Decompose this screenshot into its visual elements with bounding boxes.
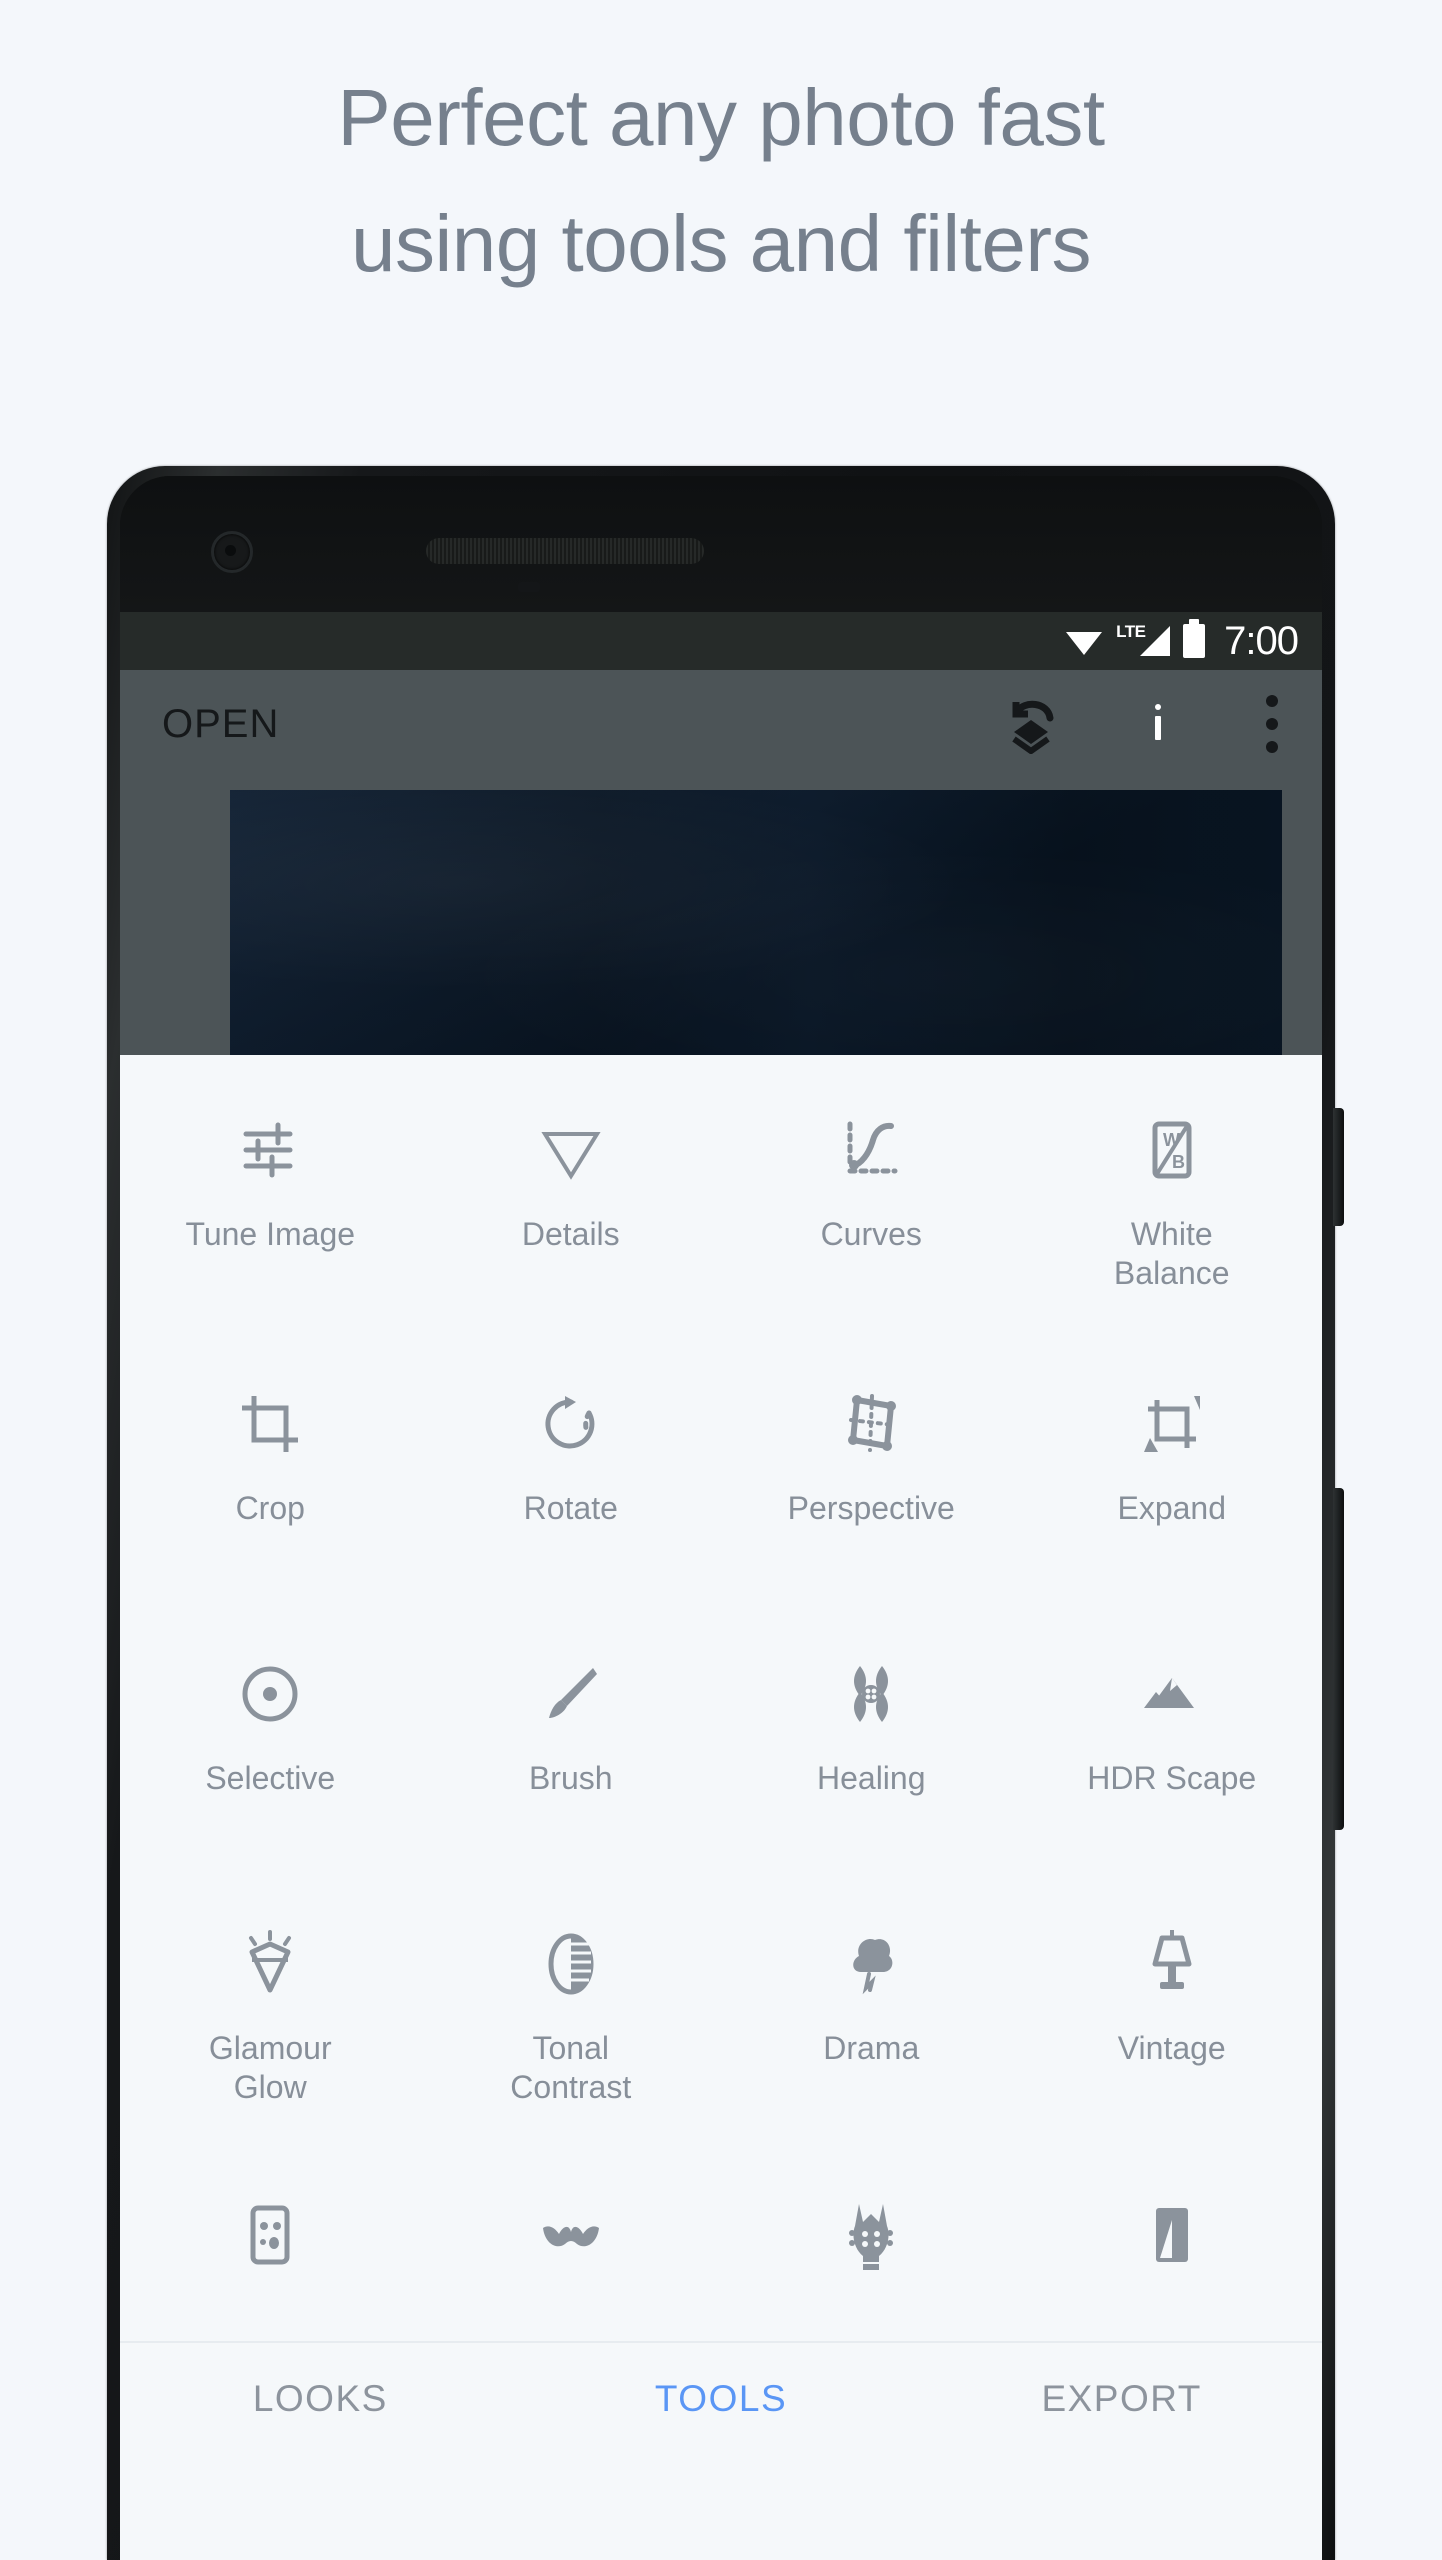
bottom-navigation: LOOKS TOOLS EXPORT [120, 2341, 1322, 2455]
phone-screen: LTE 7:00 OPEN Tune Image Details Curves … [120, 612, 1322, 2560]
tool-label: Curves [820, 1216, 922, 1252]
tools-panel: Tune Image Details Curves W B White Bala… [120, 1055, 1322, 2455]
tool-perspective[interactable]: Perspective [721, 1363, 1022, 1633]
tool-tune-image[interactable]: Tune Image [120, 1089, 421, 1363]
tool-label: Details [521, 1216, 620, 1252]
tab-export[interactable]: EXPORT [921, 2378, 1322, 2420]
tool-black-and-white[interactable] [1022, 2177, 1323, 2317]
tool-brush[interactable]: Brush [421, 1633, 722, 1903]
proximity-sensor [518, 582, 540, 592]
phone-mockup: LTE 7:00 OPEN Tune Image Details Curves … [107, 466, 1344, 2560]
tool-label: Tune Image [185, 1216, 356, 1252]
tool-grainy-film[interactable] [120, 2177, 421, 2317]
tonal-contrast-icon [532, 1925, 610, 2003]
healing-icon [832, 1655, 910, 1733]
tool-label: Glamour Glow [208, 2030, 332, 2106]
front-camera [211, 531, 253, 573]
tool-row: Crop Rotate Perspective Expand [120, 1363, 1322, 1633]
tab-tools[interactable]: TOOLS [521, 2378, 922, 2420]
tool-label: White Balance [1113, 1216, 1230, 1292]
wifi-icon [1065, 626, 1103, 656]
tool-tonal-contrast[interactable]: Tonal Contrast [421, 1903, 722, 2177]
tool-label: Rotate [523, 1490, 618, 1526]
rotate-icon [532, 1385, 610, 1463]
tool-vintage[interactable]: Vintage [1022, 1903, 1323, 2177]
tool-hdr-scape[interactable]: HDR Scape [1022, 1633, 1323, 1903]
svg-text:B: B [1172, 1152, 1185, 1172]
tool-label: Expand [1117, 1490, 1227, 1526]
tool-label: Perspective [787, 1490, 955, 1526]
crop-icon [231, 1385, 309, 1463]
tool-grunge[interactable] [721, 2177, 1022, 2317]
edit-stack-icon[interactable] [1004, 694, 1064, 754]
tool-label: Selective [205, 1760, 336, 1796]
tool-label: Healing [816, 1760, 926, 1796]
battery-icon [1183, 619, 1206, 658]
tool-glamour-glow[interactable]: Glamour Glow [120, 1903, 421, 2177]
black-and-white-icon [1133, 2197, 1211, 2275]
glamour-glow-icon [231, 1925, 309, 2003]
page-title-line-2: using tools and filters [350, 199, 1092, 288]
overflow-menu-icon[interactable] [1266, 695, 1278, 753]
page-title: Perfect any photo fast using tools and f… [0, 78, 1442, 284]
power-button[interactable] [1333, 1108, 1344, 1226]
status-bar-icons: LTE 7:00 [1065, 618, 1299, 664]
tool-row [120, 2177, 1322, 2317]
brush-icon [532, 1655, 610, 1733]
status-bar-clock: 7:00 [1224, 618, 1299, 663]
expand-icon [1133, 1385, 1211, 1463]
grunge-icon [832, 2197, 910, 2275]
retrolux-icon [532, 2197, 610, 2275]
tool-healing[interactable]: Healing [721, 1633, 1022, 1903]
app-bar: OPEN [120, 670, 1322, 778]
info-icon[interactable] [1130, 694, 1190, 754]
tool-label: Tonal Contrast [510, 2030, 632, 2106]
tool-white-balance[interactable]: W B White Balance [1022, 1089, 1323, 1363]
drama-icon [832, 1925, 910, 2003]
tool-selective[interactable]: Selective [120, 1633, 421, 1903]
tool-row: Glamour Glow Tonal Contrast Drama Vintag… [120, 1903, 1322, 2177]
photo-preview-area[interactable] [120, 778, 1322, 1055]
phone-glass: LTE 7:00 OPEN Tune Image Details Curves … [120, 476, 1322, 2560]
tool-label: Vintage [1117, 2030, 1226, 2066]
volume-rocker[interactable] [1333, 1488, 1344, 1830]
tool-label: Brush [528, 1760, 613, 1796]
photo-preview-image[interactable] [230, 790, 1282, 1055]
tool-curves[interactable]: Curves [721, 1089, 1022, 1363]
tab-looks[interactable]: LOOKS [120, 2378, 521, 2420]
tool-drama[interactable]: Drama [721, 1903, 1022, 2177]
perspective-icon [832, 1385, 910, 1463]
tool-label: Crop [235, 1490, 305, 1526]
open-button[interactable]: OPEN [162, 702, 1004, 747]
page-title-line-1: Perfect any photo fast [337, 73, 1105, 162]
tool-details[interactable]: Details [421, 1089, 722, 1363]
tune-image-icon [231, 1111, 309, 1189]
tool-label: Drama [823, 2030, 920, 2066]
vintage-icon [1133, 1925, 1211, 2003]
tool-retrolux[interactable] [421, 2177, 722, 2317]
phone-top-bezel [120, 476, 1322, 612]
tool-row: Tune Image Details Curves W B White Bala… [120, 1089, 1322, 1363]
details-icon [532, 1111, 610, 1189]
tool-rotate[interactable]: Rotate [421, 1363, 722, 1633]
earpiece-speaker [426, 538, 704, 564]
svg-text:W: W [1163, 1130, 1180, 1150]
status-bar: LTE 7:00 [120, 612, 1322, 670]
tool-row: Selective Brush Healing HDR Scape [120, 1633, 1322, 1903]
signal-bars-icon [1140, 626, 1171, 656]
hdr-scape-icon [1133, 1655, 1211, 1733]
selective-icon [231, 1655, 309, 1733]
tool-label: HDR Scape [1087, 1760, 1257, 1796]
app-bar-actions [1004, 694, 1288, 754]
grainy-film-icon [231, 2197, 309, 2275]
tool-expand[interactable]: Expand [1022, 1363, 1323, 1633]
lte-signal-icon: LTE [1116, 622, 1171, 658]
white-balance-icon: W B [1133, 1111, 1211, 1189]
curves-icon [832, 1111, 910, 1189]
tool-crop[interactable]: Crop [120, 1363, 421, 1633]
